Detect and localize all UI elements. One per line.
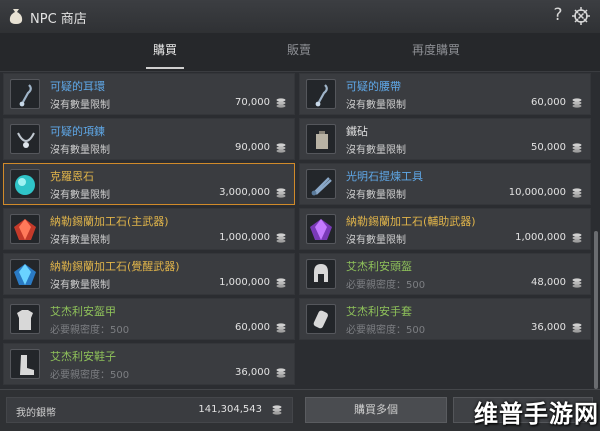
silver-coin-icon — [572, 98, 582, 108]
silver-coin-icon — [572, 278, 582, 288]
close-icon[interactable] — [571, 6, 591, 26]
silver-coin-icon — [572, 188, 582, 198]
item-price: 36,000 — [531, 322, 566, 333]
blue-gem-icon — [10, 259, 40, 289]
shop-item[interactable]: 可疑的項鍊沒有數量限制 90,000 — [3, 118, 295, 160]
shop-item[interactable]: 納勒錫蘭加工石(輔助武器) 沒有數量限制 1,000,000 — [299, 208, 591, 250]
shop-item[interactable]: 艾杰利安手套必要親密度：500 36,000 — [299, 298, 591, 340]
money-display: 我的銀幣 141,304,543 — [6, 397, 293, 423]
silver-coin-icon — [276, 98, 286, 108]
item-name: 納勒錫蘭加工石(覺醒武器) — [50, 260, 180, 273]
silver-coin-icon — [572, 233, 582, 243]
item-price: 60,000 — [531, 97, 566, 108]
silver-coin-icon — [276, 143, 286, 153]
help-icon[interactable]: ? — [550, 5, 566, 27]
shop-item[interactable]: 光明石提煉工具 沒有數量限制 10,000,000 — [299, 163, 591, 205]
tongs-icon — [306, 169, 336, 199]
item-price: 1,000,000 — [515, 232, 566, 243]
item-price: 1,000,000 — [219, 232, 270, 243]
item-price: 1,000,000 — [219, 277, 270, 288]
item-limit: 必要親密度：500 — [346, 325, 426, 336]
item-limit: 必要親密度：500 — [346, 280, 426, 291]
tab-buy[interactable]: 購買 — [138, 33, 192, 71]
item-limit: 沒有數量限制 — [346, 190, 406, 201]
item-price: 10,000,000 — [508, 187, 566, 198]
item-price: 60,000 — [235, 322, 270, 333]
item-name: 納勒錫蘭加工石(輔助武器) — [346, 215, 476, 228]
item-price: 50,000 — [531, 142, 566, 153]
armor-icon — [10, 304, 40, 334]
silver-coin-icon — [276, 368, 286, 378]
item-name: 納勒錫蘭加工石(主武器) — [50, 215, 169, 228]
item-limit: 沒有數量限制 — [346, 145, 406, 156]
item-price: 3,000,000 — [219, 187, 270, 198]
item-limit: 必要親密度：500 — [50, 370, 130, 381]
item-name: 艾杰利安手套 — [346, 305, 412, 318]
item-grid: 可疑的耳環 沒有數量限制 70,000 可疑的腰帶 沒有數量限制 60,000 可疑的項鍊沒… — [3, 73, 593, 389]
silver-coin-icon — [272, 405, 282, 415]
boots-icon — [10, 349, 40, 379]
anvil-icon — [306, 124, 336, 154]
shop-item[interactable]: 可疑的耳環沒有數量限制 70,000 — [3, 73, 295, 115]
shop-item[interactable]: 艾杰利安盔甲必要親密度：500 60,000 — [3, 298, 295, 340]
silver-coin-icon — [276, 233, 286, 243]
item-name: 艾杰利安頭盔 — [346, 260, 412, 273]
item-name: 光明石提煉工具 — [346, 170, 423, 183]
item-limit: 必要親密度：500 — [50, 325, 130, 336]
shop-item[interactable]: 克羅恩石沒有數量限制 3,000,000 — [3, 163, 295, 205]
silver-coin-icon — [276, 188, 286, 198]
necklace-icon — [10, 124, 40, 154]
silver-coin-icon — [276, 278, 286, 288]
item-price: 48,000 — [531, 277, 566, 288]
tab-sell[interactable]: 販賣 — [272, 33, 326, 71]
watermark-text: 维普手游网 — [474, 400, 599, 428]
item-name: 艾杰利安盔甲 — [50, 305, 116, 318]
scrollbar[interactable] — [594, 73, 598, 389]
shop-item[interactable]: 納勒錫蘭加工石(覺醒武器) 沒有數量限制 1,000,000 — [3, 253, 295, 295]
window-title: NPC 商店 — [30, 12, 87, 27]
item-name: 可疑的項鍊 — [50, 125, 105, 138]
tab-buyback[interactable]: 再度購買 — [396, 33, 476, 71]
item-limit: 沒有數量限制 — [346, 100, 406, 111]
silver-coin-icon — [276, 323, 286, 333]
scrollbar-thumb[interactable] — [594, 231, 598, 389]
gloves-icon — [306, 304, 336, 334]
item-name: 克羅恩石 — [50, 170, 94, 183]
item-price: 36,000 — [235, 367, 270, 378]
belt-icon — [306, 79, 336, 109]
cron-stone-icon — [10, 169, 40, 199]
item-limit: 沒有數量限制 — [50, 190, 110, 201]
money-value: 141,304,543 — [198, 404, 262, 415]
item-name: 艾杰利安鞋子 — [50, 350, 116, 363]
silver-coin-icon — [572, 143, 582, 153]
purple-gem-icon — [306, 214, 336, 244]
item-limit: 沒有數量限制 — [50, 100, 110, 111]
shop-item[interactable]: 艾杰利安頭盔必要親密度：500 48,000 — [299, 253, 591, 295]
item-name: 鐵砧 — [346, 125, 368, 138]
item-name: 可疑的腰帶 — [346, 80, 401, 93]
shop-item[interactable]: 納勒錫蘭加工石(主武器) 沒有數量限制 1,000,000 — [3, 208, 295, 250]
red-gem-icon — [10, 214, 40, 244]
item-limit: 沒有數量限制 — [346, 235, 406, 246]
shop-item[interactable]: 可疑的腰帶沒有數量限制 60,000 — [299, 73, 591, 115]
money-label: 我的銀幣 — [16, 408, 56, 419]
item-limit: 沒有數量限制 — [50, 145, 110, 156]
money-bag-icon — [9, 9, 23, 24]
item-limit: 沒有數量限制 — [50, 280, 110, 291]
shop-item[interactable]: 艾杰利安鞋子必要親密度：500 36,000 — [3, 343, 295, 385]
bulk-buy-button[interactable]: 購買多個 — [305, 397, 447, 423]
title-bar: NPC 商店 ? — [0, 0, 600, 34]
item-name: 可疑的耳環 — [50, 80, 105, 93]
item-limit: 沒有數量限制 — [50, 235, 110, 246]
earring-icon — [10, 79, 40, 109]
item-price: 90,000 — [235, 142, 270, 153]
item-price: 70,000 — [235, 97, 270, 108]
silver-coin-icon — [572, 323, 582, 333]
shop-item[interactable]: 鐵砧沒有數量限制 50,000 — [299, 118, 591, 160]
tab-bar: 購買 販賣 再度購買 — [0, 33, 600, 72]
helmet-icon — [306, 259, 336, 289]
